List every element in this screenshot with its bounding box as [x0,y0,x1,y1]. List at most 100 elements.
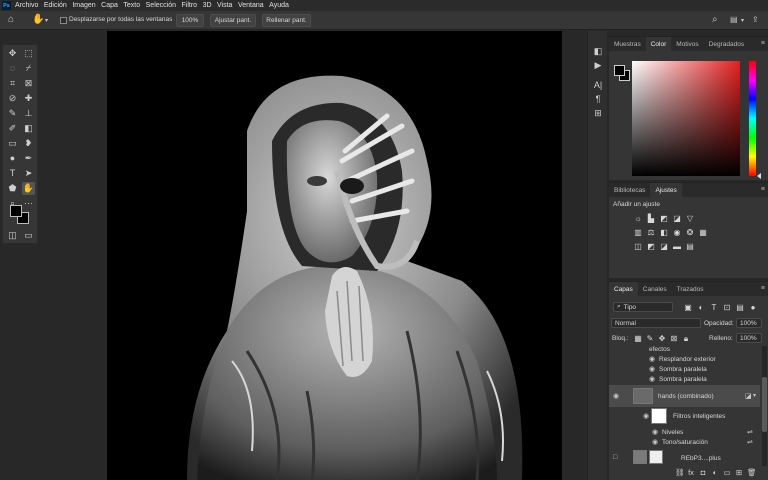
workspace-chevron-icon[interactable]: ▾ [741,17,744,24]
hand-tool-icon[interactable]: ✋ [22,182,35,195]
lock-transparency-icon[interactable]: ▦ [633,334,643,343]
chevron-down-icon[interactable]: ▾ [45,17,48,24]
black-white-icon[interactable]: ◧ [659,228,669,237]
panel-menu-icon[interactable]: ≡ [761,186,765,193]
posterize-icon[interactable]: ◩ [646,242,656,251]
eye-icon[interactable]: ◉ [613,392,619,400]
layer-style-icon[interactable]: fx [687,468,695,477]
menu-vista[interactable]: Vista [217,2,232,9]
layer-filter-select[interactable]: ⌕ Tipo [613,302,673,312]
menu-ayuda[interactable]: Ayuda [269,2,289,9]
tab-ajustes[interactable]: Ajustes [650,183,682,197]
more-tools-icon[interactable]: ··· [22,197,35,210]
menu-archivo[interactable]: Archivo [15,2,38,9]
hue-saturation-icon[interactable]: ▥ [633,228,643,237]
chevron-down-icon[interactable]: ▾ [753,392,756,399]
eyedropper-tool-icon[interactable]: ⊘ [6,92,19,105]
new-adjustment-icon[interactable]: ◐ [711,468,719,477]
home-icon[interactable]: ⌂ [8,14,14,25]
saturation-value-picker[interactable] [632,61,740,176]
tab-degradados[interactable]: Degradados [704,37,749,51]
type-tool-icon[interactable]: T [6,167,19,180]
menu-capa[interactable]: Capa [101,2,118,9]
gradient-map-icon[interactable]: ▤ [685,242,695,251]
smart-filters-label[interactable]: Filtros inteligentes [673,413,725,420]
filter-item[interactable]: Niveles [662,429,683,436]
pen-tool-icon[interactable]: ✒ [22,152,35,165]
layer-name[interactable]: REbP3....plus [681,455,721,462]
quick-mask-icon[interactable]: ◫ [6,229,19,242]
photo-filter-icon[interactable]: ◉ [672,228,682,237]
filter-options-icon[interactable]: ⇌ [747,438,753,446]
color-balance-icon[interactable]: ⚖ [646,228,656,237]
tab-capas[interactable]: Capas [609,282,638,296]
eye-icon[interactable]: ◉ [649,365,655,373]
quick-select-tool-icon[interactable]: ⌿ [22,62,35,75]
menu-seleccion[interactable]: Selección [146,2,176,9]
color-lookup-icon[interactable]: ▦ [698,228,708,237]
tab-color[interactable]: Color [645,37,672,51]
clone-stamp-tool-icon[interactable]: ⊥ [22,107,35,120]
foreground-color-swatch[interactable] [10,205,22,217]
menu-texto[interactable]: Texto [123,2,140,9]
shape-filter-icon[interactable]: ⊡ [722,303,732,312]
menu-imagen[interactable]: Imagen [72,2,95,9]
eye-icon[interactable]: ◉ [652,438,658,446]
effect-item[interactable]: Sombra paralela [659,376,707,383]
hue-slider[interactable] [749,61,756,176]
new-group-icon[interactable]: ▭ [723,468,731,477]
menu-filtro[interactable]: Filtro [182,2,198,9]
path-select-tool-icon[interactable]: ➤ [22,167,35,180]
character-panel-icon[interactable]: A| [592,79,604,91]
history-brush-tool-icon[interactable]: ✐ [6,122,19,135]
vibrance-icon[interactable]: ▽ [685,214,695,223]
eye-icon[interactable]: ◉ [652,428,658,436]
paragraph-panel-icon[interactable]: ¶ [592,93,604,105]
eraser-tool-icon[interactable]: ◧ [22,122,35,135]
lock-pixels-icon[interactable]: ✎ [645,334,655,343]
eye-icon[interactable]: ◉ [643,412,649,420]
actions-play-icon[interactable]: ▶ [592,59,604,71]
screen-mode-icon[interactable]: ▭ [22,229,35,242]
filter-options-icon[interactable]: ⇌ [747,428,753,436]
exposure-icon[interactable]: ◪ [672,214,682,223]
tab-muestras[interactable]: Muestras [609,37,646,51]
levels-icon[interactable]: ▙ [646,214,656,223]
layer-name[interactable]: hands (combinado) [658,393,714,400]
curves-icon[interactable]: ◩ [659,214,669,223]
adjustment-filter-icon[interactable]: ◐ [696,303,706,312]
tab-bibliotecas[interactable]: Bibliotecas [609,183,650,197]
tab-motivos[interactable]: Motivos [671,37,703,51]
channel-mixer-icon[interactable]: ❂ [685,228,695,237]
filter-item[interactable]: Tono/saturación [662,439,708,446]
type-filter-icon[interactable]: T [709,303,719,312]
workspace-icon[interactable]: ▤ [730,15,738,24]
blur-tool-icon[interactable]: ❥ [22,137,35,150]
panel-menu-icon[interactable]: ≡ [761,40,765,47]
marquee-tool-icon[interactable]: ⬚ [22,47,35,60]
brightness-contrast-icon[interactable]: ☼ [633,214,643,223]
panel-menu-icon[interactable]: ≡ [761,285,765,292]
lasso-tool-icon[interactable]: ◌ [6,62,19,75]
scroll-all-windows-checkbox[interactable] [60,17,67,24]
lock-all-icon[interactable]: 🔒︎ [681,334,691,343]
search-icon[interactable]: ⌕ [712,14,718,25]
lock-artboard-icon[interactable]: ⊠ [669,334,679,343]
crop-tool-icon[interactable]: ⌗ [6,77,19,90]
glyphs-panel-icon[interactable]: ⊞ [592,107,604,119]
delete-layer-icon[interactable]: 🗑︎ [747,468,757,477]
filter-toggle-icon[interactable]: ● [748,303,758,312]
photoshop-logo-icon[interactable]: Ps [2,1,11,10]
menu-edicion[interactable]: Edición [44,2,67,9]
opacity-input[interactable]: 100% [736,318,762,328]
selective-color-icon[interactable]: ▬ [672,242,682,251]
effect-item[interactable]: Resplandor exterior [659,356,716,363]
brush-tool-icon[interactable]: ✎ [6,107,19,120]
dodge-tool-icon[interactable]: ● [6,152,19,165]
history-panel-icon[interactable]: ◧ [592,45,604,57]
new-layer-icon[interactable]: ⊞ [735,468,743,477]
threshold-icon[interactable]: ◪ [659,242,669,251]
move-tool-icon[interactable]: ✥ [6,47,19,60]
foreground-color-swatch[interactable] [614,65,625,76]
hue-slider-caret-icon[interactable] [757,173,761,179]
